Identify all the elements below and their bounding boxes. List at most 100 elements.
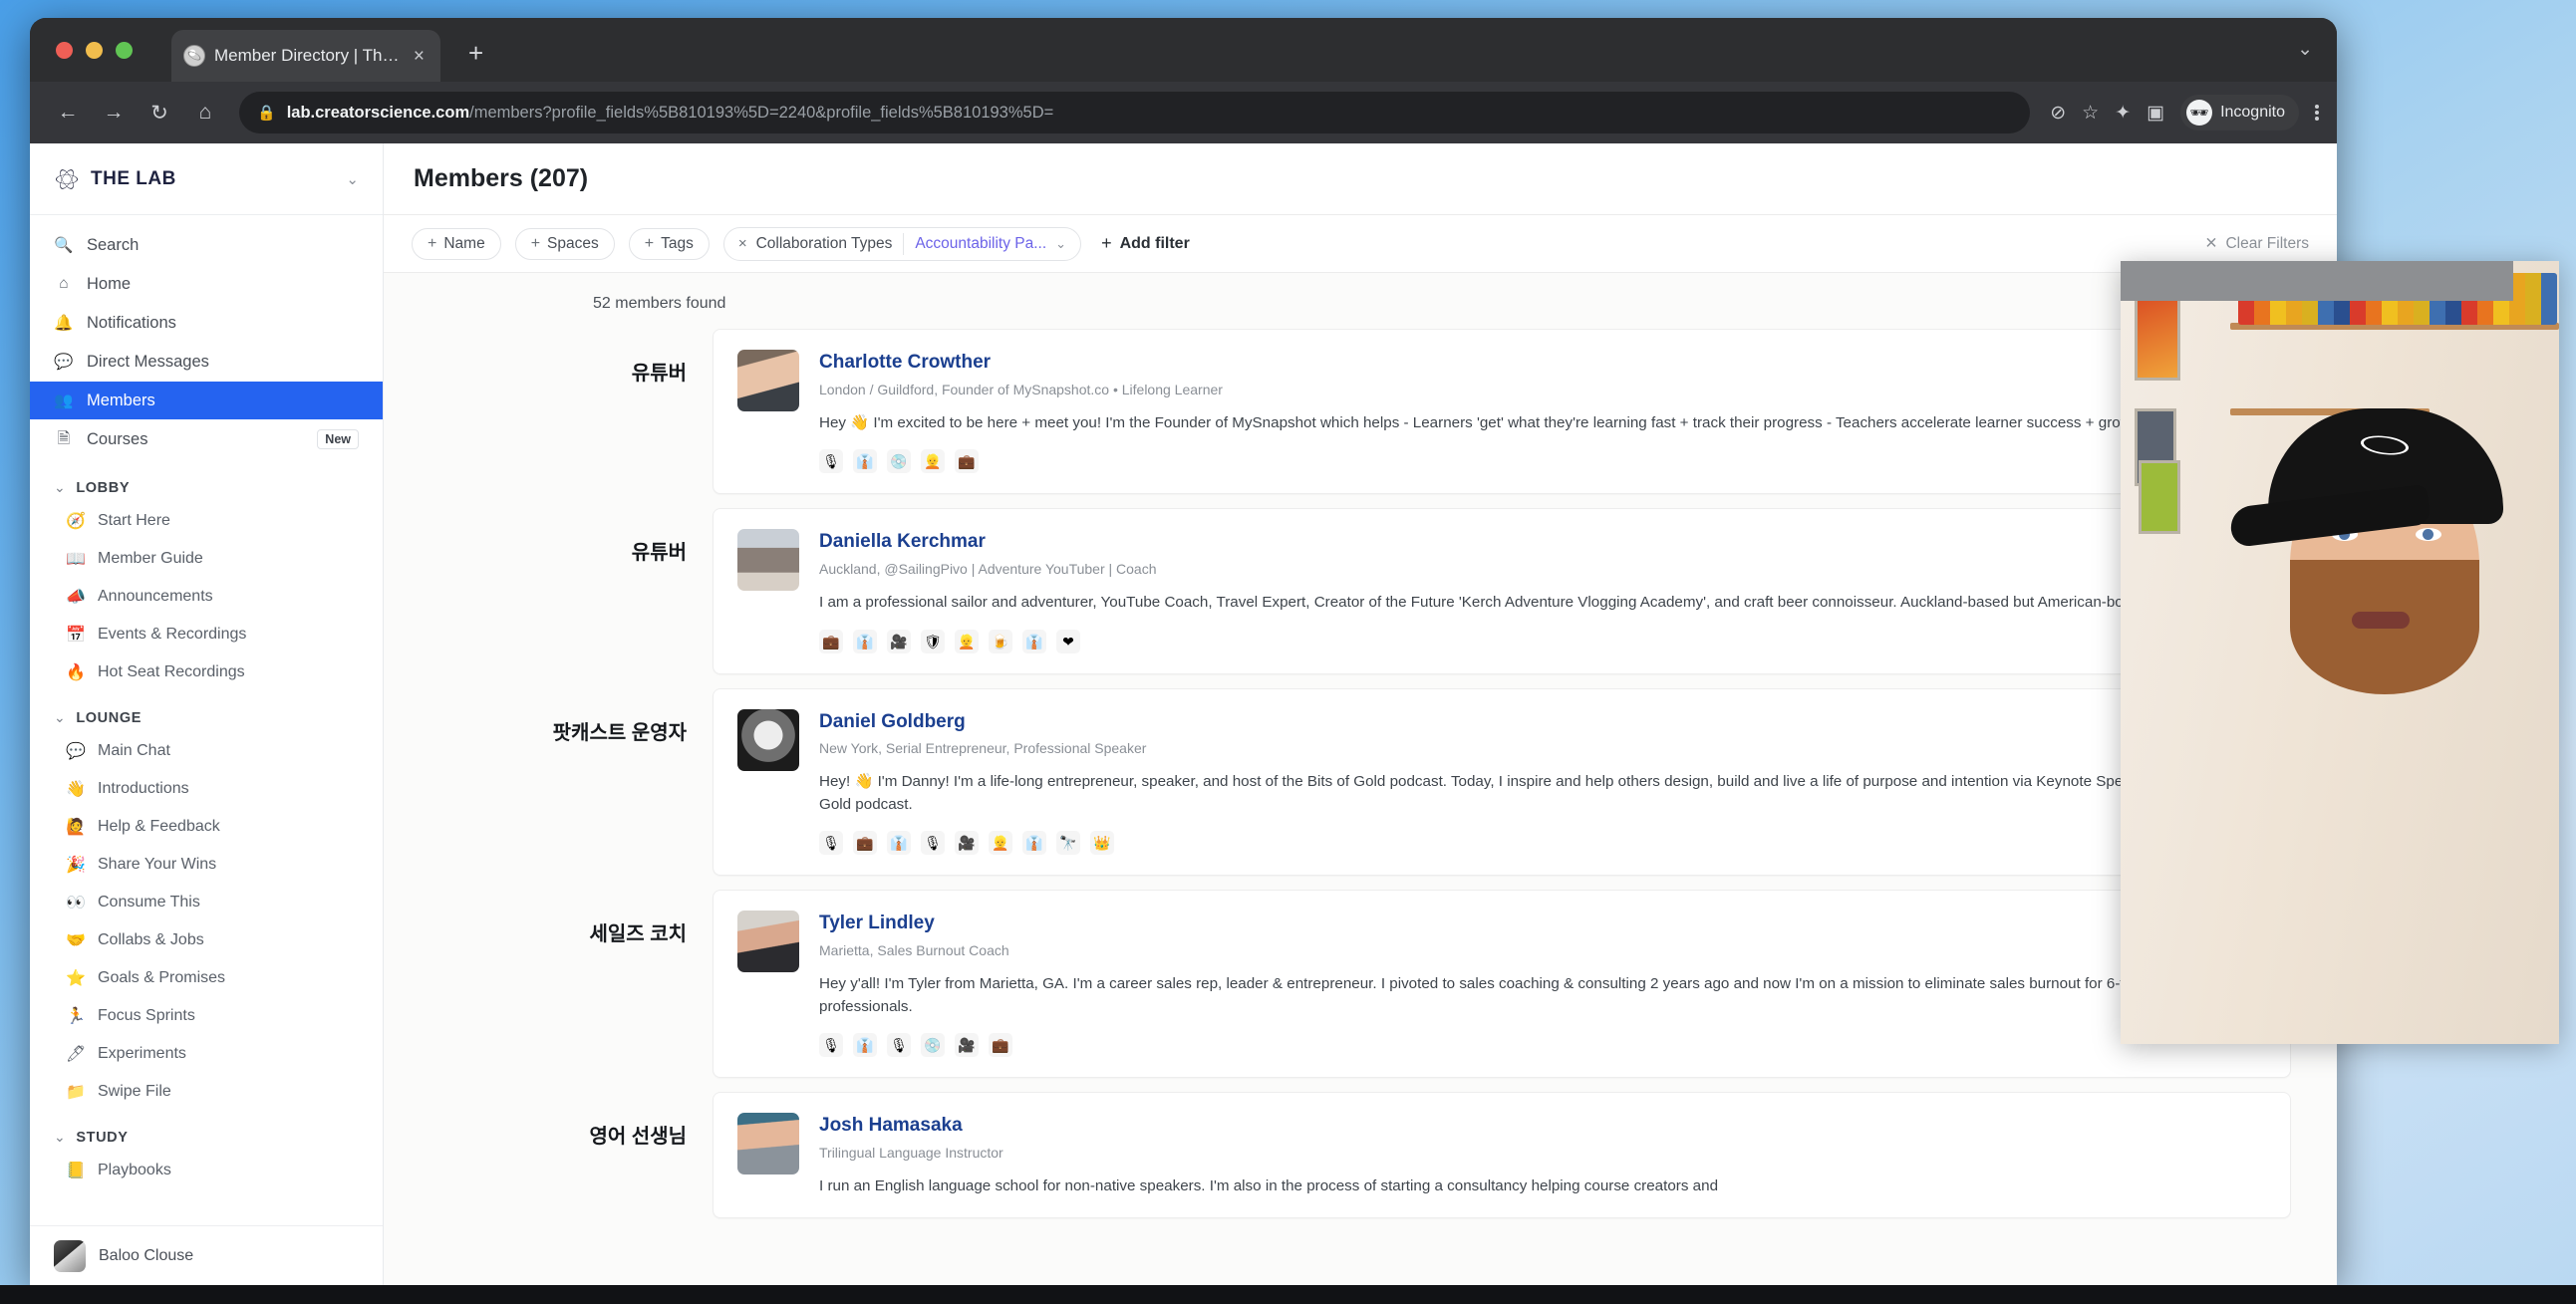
- filter-chip-tags[interactable]: + Tags: [628, 227, 710, 260]
- browser-tab[interactable]: Member Directory | The Lab ×: [171, 30, 440, 82]
- member-name[interactable]: Tyler Lindley: [819, 912, 2266, 935]
- filter-chip-spaces[interactable]: + Spaces: [514, 227, 615, 260]
- sidebar-item-experiments[interactable]: 🖊 Experiments: [30, 1035, 383, 1073]
- close-tab-icon[interactable]: ×: [410, 45, 429, 68]
- avatar[interactable]: [737, 1113, 799, 1174]
- incognito-profile-button[interactable]: 🕶 Incognito: [2180, 95, 2299, 130]
- tab-search-chevron-down-icon[interactable]: ⌄: [2297, 38, 2313, 61]
- add-filter-label: Add filter: [1119, 234, 1190, 252]
- sidebar-item-events-recordings[interactable]: 📅 Events & Recordings: [30, 616, 383, 653]
- section-title: LOBBY: [76, 479, 131, 496]
- maximize-window-button[interactable]: [116, 42, 133, 59]
- member-card[interactable]: Josh Hamasaka Trilingual Language Instru…: [713, 1092, 2291, 1219]
- remove-filter-icon[interactable]: ×: [738, 235, 747, 252]
- book-icon: 📖: [66, 551, 86, 568]
- member-card[interactable]: Tyler Lindley Marietta, Sales Burnout Co…: [713, 890, 2291, 1078]
- chevron-down-icon[interactable]: ⌄: [1055, 236, 1066, 252]
- sidebar-item-help-feedback[interactable]: 🙋 Help & Feedback: [30, 808, 383, 846]
- window-controls[interactable]: [56, 42, 133, 59]
- avatar[interactable]: [737, 529, 799, 592]
- workspace-switcher[interactable]: THE LAB ⌄: [30, 143, 383, 215]
- clear-filters-button[interactable]: ✕ Clear Filters: [2204, 234, 2309, 253]
- reload-icon[interactable]: ↻: [140, 93, 179, 132]
- sidebar-item-search[interactable]: 🔍 Search: [30, 226, 383, 264]
- current-user-button[interactable]: Baloo Clouse: [30, 1225, 383, 1285]
- filter-chip-label: Collaboration Types: [755, 234, 893, 252]
- home-icon[interactable]: ⌂: [185, 93, 225, 132]
- sidebar-item-consume-this[interactable]: 👀 Consume This: [30, 884, 383, 921]
- address-bar[interactable]: 🔒 lab.creatorscience.com/members?profile…: [239, 92, 2031, 133]
- sidebar-item-swipe-file[interactable]: 📁 Swipe File: [30, 1073, 383, 1111]
- member-name[interactable]: Charlotte Crowther: [819, 351, 2266, 375]
- sidebar-item-notifications[interactable]: 🔔 Notifications: [30, 304, 383, 342]
- new-tab-button[interactable]: +: [468, 40, 483, 66]
- chip-divider: [903, 232, 905, 255]
- member-emoji: 👔: [1022, 831, 1046, 856]
- sidebar-item-label: Home: [87, 274, 132, 293]
- chevron-down-icon[interactable]: ⌄: [346, 170, 359, 188]
- member-emoji: 👔: [853, 1033, 877, 1057]
- chevron-down-icon[interactable]: ⌄: [54, 709, 66, 726]
- sidebar-item-courses[interactable]: 🗎 Courses New: [30, 420, 383, 458]
- members-icon: 👥: [54, 391, 74, 409]
- member-card[interactable]: Daniella Kerchmar Auckland, @SailingPivo…: [713, 508, 2291, 674]
- member-name[interactable]: Daniella Kerchmar: [819, 530, 2266, 554]
- sidebar-item-main-chat[interactable]: 💬 Main Chat: [30, 732, 383, 770]
- sidebar-item-focus-sprints[interactable]: 🏃 Focus Sprints: [30, 997, 383, 1035]
- sidebar-item-label: Search: [87, 235, 140, 254]
- sidebar-section-study[interactable]: ⌄ STUDY: [30, 1111, 383, 1152]
- member-emoji: 🛡: [921, 629, 945, 653]
- sidebar-item-introductions[interactable]: 👋 Introductions: [30, 770, 383, 808]
- browser-toolbar: ← → ↻ ⌂ 🔒 lab.creatorscience.com/members…: [30, 82, 2337, 143]
- webcam-overlay: [2121, 261, 2559, 1044]
- sidebar-item-collabs-jobs[interactable]: 🤝 Collabs & Jobs: [30, 921, 383, 959]
- search-icon: 🔍: [54, 236, 74, 254]
- eye-off-icon[interactable]: ⊘: [2050, 102, 2066, 125]
- member-headline: New York, Serial Entrepreneur, Professio…: [819, 740, 1147, 757]
- member-emoji: 👱: [989, 831, 1012, 856]
- sidebar-item-share-your-wins[interactable]: 🎉 Share Your Wins: [30, 846, 383, 884]
- sidebar-item-goals-promises[interactable]: ⭐ Goals & Promises: [30, 959, 383, 997]
- list-item: 유튜버 Charlotte Crowther London / Guildfor…: [384, 329, 2337, 508]
- runner-icon: 🏃: [66, 1008, 86, 1025]
- chevron-down-icon[interactable]: ⌄: [54, 1129, 66, 1146]
- filter-chip-collaboration-types[interactable]: × Collaboration Types Accountability Pa.…: [722, 226, 1082, 261]
- page-title: Members (207): [414, 164, 589, 192]
- sidebar-item-members[interactable]: 👥 Members: [30, 382, 383, 419]
- add-filter-button[interactable]: + Add filter: [1095, 233, 1190, 254]
- sidebar-section-lobby[interactable]: ⌄ LOBBY: [30, 461, 383, 502]
- back-arrow-icon[interactable]: ←: [48, 93, 88, 132]
- member-name[interactable]: Josh Hamasaka: [819, 1114, 2266, 1138]
- avatar[interactable]: [737, 708, 799, 771]
- avatar[interactable]: [737, 911, 799, 973]
- avatar[interactable]: [737, 350, 799, 411]
- sidebar-item-member-guide[interactable]: 📖 Member Guide: [30, 540, 383, 578]
- forward-arrow-icon[interactable]: →: [94, 93, 134, 132]
- person-torso: [2121, 261, 2513, 301]
- sidebar-item-hot-seat-recordings[interactable]: 🔥 Hot Seat Recordings: [30, 653, 383, 691]
- filter-chip-name[interactable]: + Name: [412, 227, 501, 260]
- megaphone-icon: 📣: [66, 589, 86, 606]
- side-panel-icon[interactable]: ▣: [2147, 102, 2164, 125]
- sidebar-item-start-here[interactable]: 🧭 Start Here: [30, 502, 383, 540]
- handshake-icon: 🤝: [66, 932, 86, 949]
- sidebar-item-direct-messages[interactable]: 💬 Direct Messages: [30, 343, 383, 381]
- extensions-puzzle-icon[interactable]: ✦: [2115, 102, 2131, 125]
- member-name[interactable]: Daniel Goldberg: [819, 710, 2266, 734]
- browser-menu-icon[interactable]: [2315, 105, 2319, 121]
- star-icon[interactable]: ☆: [2082, 102, 2099, 125]
- close-window-button[interactable]: [56, 42, 73, 59]
- chevron-down-icon[interactable]: ⌄: [54, 479, 66, 496]
- sidebar-item-announcements[interactable]: 📣 Announcements: [30, 578, 383, 616]
- sidebar-item-playbooks[interactable]: 📒 Playbooks: [30, 1152, 383, 1189]
- sidebar-item-home[interactable]: ⌂ Home: [30, 265, 383, 303]
- desktop: Member Directory | The Lab × + ⌄ ← → ↻ ⌂…: [0, 0, 2576, 1304]
- member-card[interactable]: Charlotte Crowther London / Guildford, F…: [713, 329, 2291, 495]
- member-card[interactable]: Daniel Goldberg New York, Serial Entrepr…: [713, 687, 2291, 877]
- sidebar-section-lounge[interactable]: ⌄ LOUNGE: [30, 691, 383, 732]
- filter-value-dropdown[interactable]: Accountability Pa... ⌄: [915, 235, 1074, 253]
- minimize-window-button[interactable]: [86, 42, 103, 59]
- filter-value-text: Accountability Pa...: [915, 234, 1047, 252]
- member-emoji: 🎙: [819, 449, 843, 474]
- toolbar-actions: ⊘ ☆ ✦ ▣ 🕶 Incognito: [2050, 95, 2319, 130]
